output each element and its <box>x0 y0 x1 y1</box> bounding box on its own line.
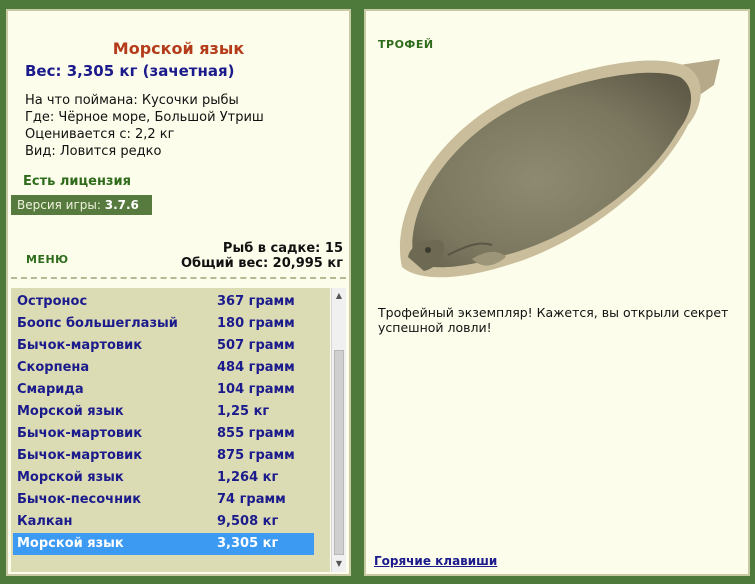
fish-list-row[interactable]: Бычок-мартовик 507 грамм <box>13 335 314 357</box>
fish-weight-value: 1,264 кг <box>217 470 279 485</box>
fish-list-row[interactable]: Морской язык 1,264 кг <box>13 467 314 489</box>
list-scrollbar[interactable]: ▲ ▼ <box>331 288 346 572</box>
keep-net-stats: Рыб в садке: 15 Общий вес: 20,995 кг <box>181 241 343 271</box>
fish-list-row[interactable]: Морской язык 1,25 кг <box>13 401 314 423</box>
fish-name: Морской язык <box>17 470 124 485</box>
fish-weight-value: 484 грамм <box>217 360 295 375</box>
fish-weight-value: 9,508 кг <box>217 514 279 529</box>
fish-name: Бычок-мартовик <box>17 338 143 353</box>
fish-name: Смарида <box>17 382 84 397</box>
fish-name: Морской язык <box>17 536 124 551</box>
fish-list-row[interactable]: Остронос 367 грамм <box>13 291 314 313</box>
version-label: Версия игры: <box>17 198 101 212</box>
fish-list[interactable]: Остронос 367 грамм Боопс большеглазый 180 г… <box>11 288 330 572</box>
game-version: Версия игры: 3.7.6 <box>11 195 152 215</box>
fish-weight-value: 1,25 кг <box>217 404 270 419</box>
fish-name: Калкан <box>17 514 73 529</box>
fish-list-row[interactable]: Скорпена 484 грамм <box>13 357 314 379</box>
fish-weight: Вес: 3,305 кг (зачетная) <box>25 62 235 80</box>
fish-weight-value: 74 грамм <box>217 492 286 507</box>
menu-button[interactable]: МЕНЮ <box>26 253 69 266</box>
fish-list-row[interactable]: Смарида 104 грамм <box>13 379 314 401</box>
fish-list-row[interactable]: Бычок-мартовик 855 грамм <box>13 423 314 445</box>
total-weight: Общий вес: 20,995 кг <box>180 256 343 271</box>
fish-name: Боопс большеглазый <box>17 316 178 331</box>
fish-title: Морской язык <box>112 39 245 58</box>
fish-list-row[interactable]: Бычок-мартовик 875 грамм <box>13 445 314 467</box>
fish-weight-value: 875 грамм <box>217 448 295 463</box>
fish-weight-value: 3,305 кг <box>217 536 279 551</box>
fish-count: Рыб в садке: 15 <box>222 241 343 256</box>
trophy-panel: ТРОФЕЙ Трофейный экземпляр! Кажется, вы … <box>364 9 750 576</box>
fish-weight-value: 180 грамм <box>217 316 295 331</box>
location-info: Где: Чёрное море, Большой Утриш <box>25 110 264 125</box>
fish-list-row[interactable]: Калкан 9,508 кг <box>13 511 314 533</box>
fish-list-row[interactable]: Боопс большеглазый 180 грамм <box>13 313 314 335</box>
fish-weight-value: 855 грамм <box>217 426 295 441</box>
fish-name: Бычок-мартовик <box>17 448 143 463</box>
catch-panel: Морской язык Вес: 3,305 кг (зачетная) На… <box>6 9 351 576</box>
bait-info: На что поймана: Кусочки рыбы <box>25 93 239 108</box>
fish-name: Бычок-песочник <box>17 492 142 507</box>
scroll-down-arrow-icon[interactable]: ▼ <box>332 556 346 572</box>
fish-eye <box>425 247 431 253</box>
fish-name: Бычок-мартовик <box>17 426 143 441</box>
fish-weight-value: 104 грамм <box>217 382 295 397</box>
scrollbar-thumb[interactable] <box>334 350 344 555</box>
fish-list-row[interactable]: Морской язык 3,305 кг <box>13 533 314 555</box>
fish-name: Остронос <box>17 294 88 309</box>
divider <box>11 277 346 279</box>
hotkeys-link[interactable]: Горячие клавиши <box>374 554 497 568</box>
scroll-up-arrow-icon[interactable]: ▲ <box>332 288 346 304</box>
fish-weight-value: 507 грамм <box>217 338 295 353</box>
fish-weight-value: 367 грамм <box>217 294 295 309</box>
version-number: 3.7.6 <box>104 198 139 212</box>
rarity-info: Вид: Ловится редко <box>25 144 162 159</box>
flatfish-image <box>399 59 720 278</box>
fish-name: Морской язык <box>17 404 124 419</box>
fish-name: Скорпена <box>17 360 90 375</box>
valued-from-info: Оценивается с: 2,2 кг <box>25 127 175 142</box>
fish-list-row[interactable]: Бычок-песочник 74 грамм <box>13 489 314 511</box>
trophy-description: Трофейный экземпляр! Кажется, вы открыли… <box>378 305 729 335</box>
license-status: Есть лицензия <box>23 174 131 189</box>
